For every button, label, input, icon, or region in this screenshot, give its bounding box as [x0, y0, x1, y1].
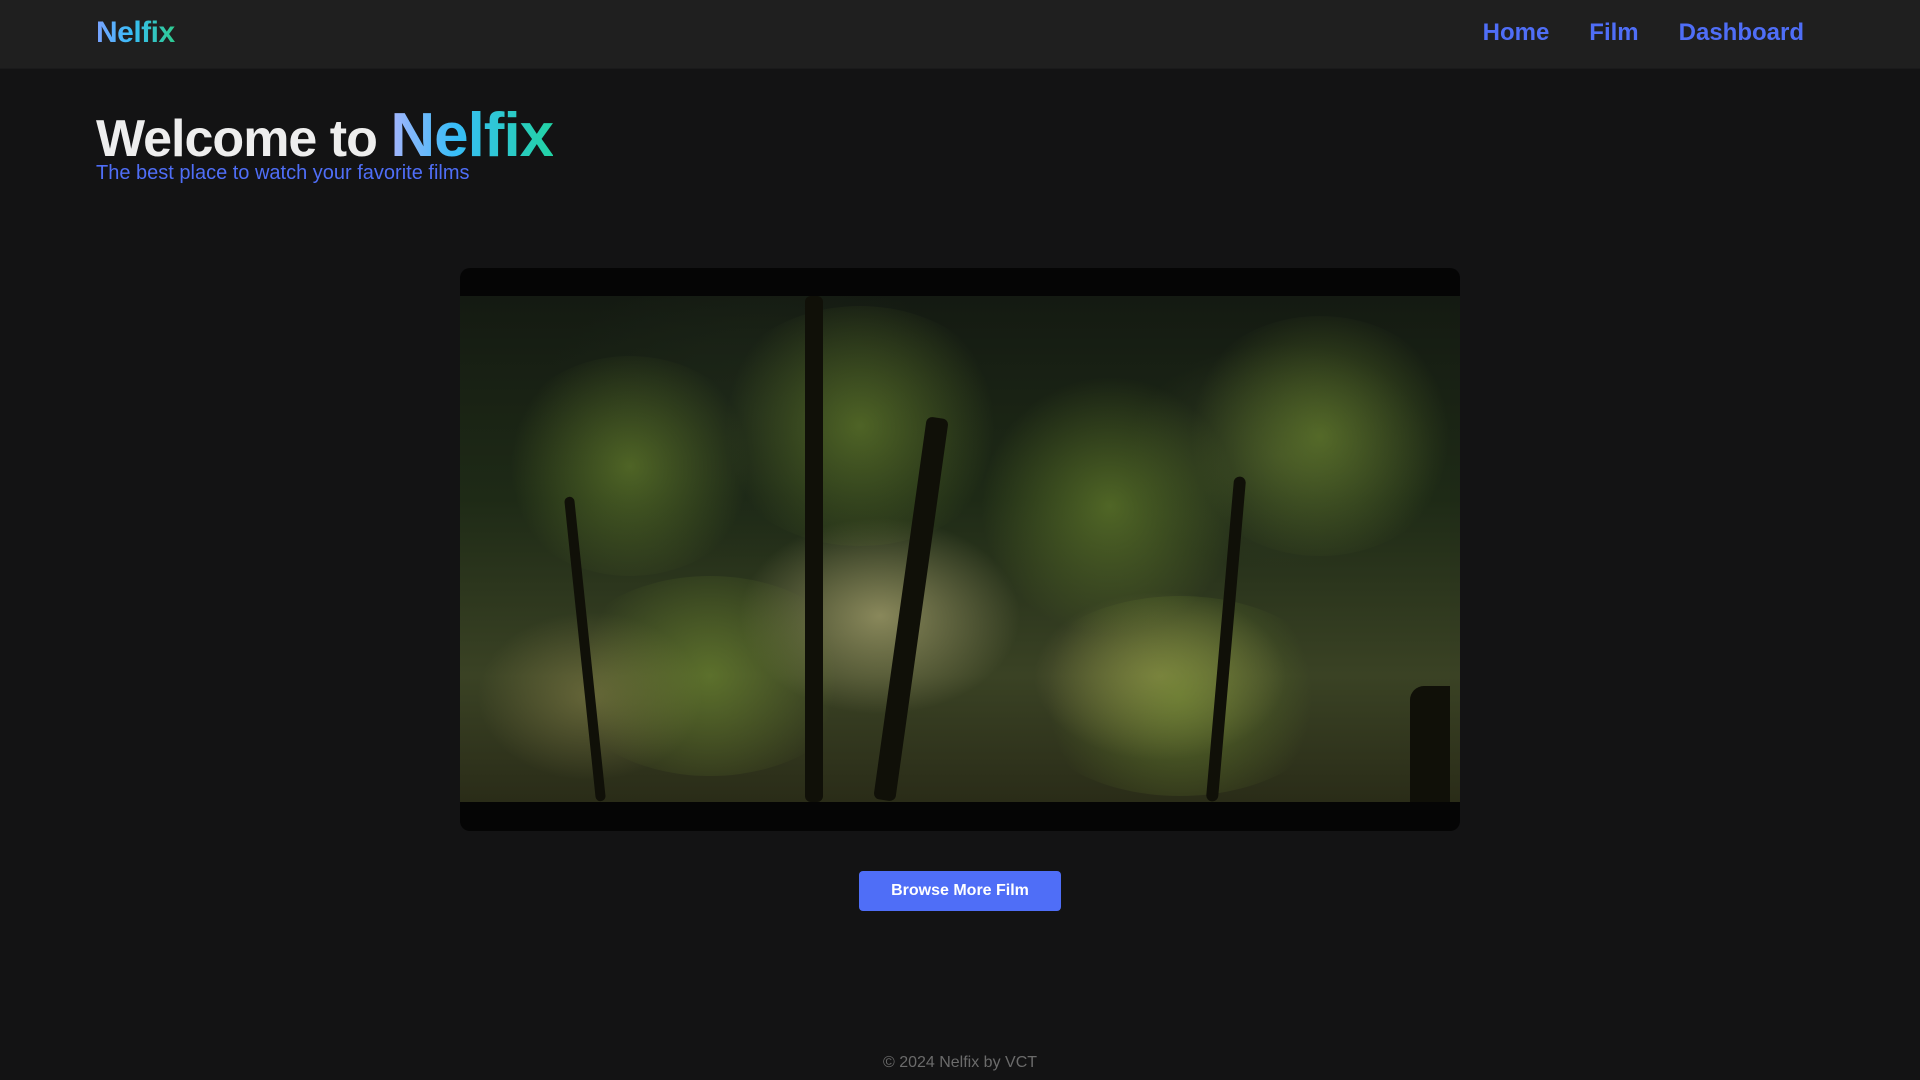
top-navbar: Nelfix Home Film Dashboard: [0, 0, 1920, 68]
video-click-area[interactable]: [460, 268, 1460, 831]
hero-subtitle: The best place to watch your favorite fi…: [96, 162, 470, 184]
video-player[interactable]: [460, 268, 1460, 831]
nav-link-home[interactable]: Home: [1483, 19, 1550, 47]
nav-link-film[interactable]: Film: [1589, 19, 1638, 47]
brand-logo[interactable]: Nelfix: [96, 16, 175, 50]
hero-title: Welcome to Nelfix: [96, 100, 554, 171]
footer-copyright: © 2024 Nelfix by VCT: [882, 1054, 1038, 1071]
nav-link-dashboard[interactable]: Dashboard: [1679, 19, 1804, 47]
browse-more-film-button[interactable]: Browse More Film: [859, 871, 1061, 911]
hero-title-brand: Nelfix: [390, 101, 554, 170]
main-nav: Home Film Dashboard: [1483, 19, 1804, 47]
hero-title-prefix: Welcome to: [96, 110, 391, 168]
